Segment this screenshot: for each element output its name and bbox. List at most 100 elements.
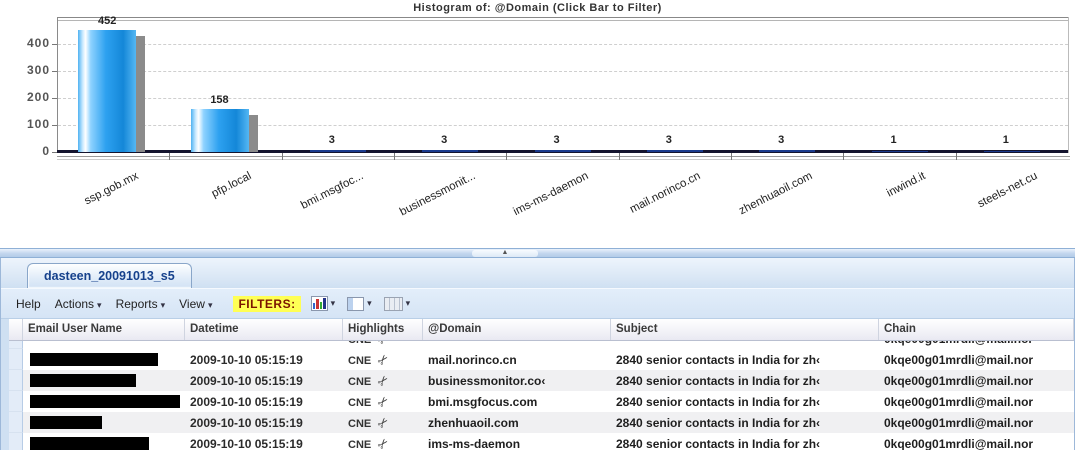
y-tick <box>52 125 57 126</box>
x-axis-underline-2 <box>57 159 1070 160</box>
header-selector <box>9 319 23 340</box>
redaction-bar <box>30 395 180 408</box>
highlights-cell: CNE✂ <box>343 436 423 450</box>
grid-icon <box>384 297 403 311</box>
x-tick <box>619 153 620 160</box>
bar-value-label: 3 <box>302 134 362 146</box>
bar-value-label: 1 <box>976 134 1036 146</box>
header-datetime[interactable]: Datetime <box>185 319 343 340</box>
histogram-bar[interactable] <box>647 150 703 152</box>
scissors-icon: ✂ <box>374 415 393 431</box>
redaction-bar <box>30 374 136 387</box>
plot-border-right <box>1068 17 1069 153</box>
histogram-filter-dropdown[interactable]: ▾ <box>311 296 336 311</box>
data-grid: Email User Name Datetime Highlights @Dom… <box>1 319 1074 450</box>
chain-cell: 0kqe00g01mrdli@mail.nor <box>879 374 1074 388</box>
subject-cell: 2840 senior contacts in India for zh‹ <box>611 437 879 450</box>
highlights-cell: CNE✂ <box>343 394 423 410</box>
table-row[interactable]: 2009-10-10 05:15:19CNE✂bmi.msgfocus.com2… <box>9 391 1074 412</box>
histogram-bar[interactable] <box>78 30 136 152</box>
bar-value-label: 3 <box>527 134 587 146</box>
menu-reports[interactable]: Reports▾ <box>109 295 173 313</box>
y-tick <box>52 152 57 153</box>
header-chain[interactable]: Chain <box>879 319 1074 340</box>
redaction-bar <box>30 437 149 450</box>
scissors-icon: ✂ <box>374 394 393 410</box>
scissors-icon: ✂ <box>374 352 393 368</box>
highlights-cell: CNE✂ <box>343 373 423 389</box>
menu-bar: Help Actions▾ Reports▾ View▾ FILTERS: ▾ … <box>1 289 1074 319</box>
filters-label[interactable]: FILTERS: <box>233 296 300 312</box>
header-domain[interactable]: @Domain <box>423 319 611 340</box>
domain-cell: ims-ms-daemon <box>423 437 611 450</box>
menu-view[interactable]: View▾ <box>172 295 219 313</box>
highlight-code: CNE <box>348 418 371 430</box>
datetime-cell: 2009-10-10 05:15:19 <box>185 395 343 409</box>
gridline <box>58 44 1068 45</box>
bar-value-label: 1 <box>864 134 924 146</box>
header-highlights[interactable]: Highlights <box>343 319 423 340</box>
table-row[interactable]: 2009-10-10 05:15:19CNE✂zhenhuaoil.com284… <box>9 412 1074 433</box>
row-selector <box>9 391 23 412</box>
highlight-code: CNE <box>348 439 371 450</box>
table-row[interactable]: 2009-10-10 05:15:19CNE✂businessmonitor.c… <box>9 370 1074 391</box>
bar-shadow <box>136 36 145 152</box>
subject-cell: 2840 senior contacts in India for zh‹ <box>611 395 879 409</box>
header-email-user-name[interactable]: Email User Name <box>23 319 185 340</box>
histogram-bar[interactable] <box>535 150 591 152</box>
menu-actions[interactable]: Actions▾ <box>48 295 109 313</box>
list-icon <box>347 297 364 311</box>
chevron-down-icon: ▾ <box>97 300 102 310</box>
highlight-code: CNE <box>348 376 371 388</box>
histogram-bar[interactable] <box>310 150 366 152</box>
email-user-name-redacted <box>23 395 185 408</box>
header-subject[interactable]: Subject <box>611 319 879 340</box>
partial-scrolled-row[interactable]: CNE✂ 0kqe00g01mrdli@mail.nor <box>9 341 1074 349</box>
subject-cell: 2840 senior contacts in India for zh‹ <box>611 353 879 367</box>
scissors-icon: ✂ <box>374 341 393 347</box>
chevron-down-icon: ▾ <box>208 300 213 310</box>
chevron-down-icon: ▾ <box>406 298 411 309</box>
scissors-icon: ✂ <box>374 436 393 450</box>
bar-chart-icon <box>311 296 328 311</box>
y-tick <box>52 71 57 72</box>
tab-label: dasteen_20091013_s5 <box>44 269 175 283</box>
histogram-bar[interactable] <box>191 109 249 152</box>
bar-value-label: 3 <box>414 134 474 146</box>
x-tick <box>282 153 283 160</box>
histogram-bar[interactable] <box>872 151 928 152</box>
table-header-row: Email User Name Datetime Highlights @Dom… <box>9 319 1074 341</box>
redaction-bar <box>30 353 158 366</box>
x-tick <box>843 153 844 160</box>
x-tick <box>169 153 170 160</box>
splitter-handle[interactable]: ▲ <box>472 250 538 257</box>
datetime-cell: 2009-10-10 05:15:19 <box>185 416 343 430</box>
domain-cell: mail.norinco.cn <box>423 353 611 367</box>
subject-cell: 2840 senior contacts in India for zh‹ <box>611 416 879 430</box>
table-row[interactable]: 2009-10-10 05:15:19CNE✂mail.norinco.cn28… <box>9 349 1074 370</box>
x-tick <box>394 153 395 160</box>
y-tick <box>52 44 57 45</box>
email-user-name-redacted <box>23 374 185 387</box>
table-row[interactable]: 2009-10-10 05:15:19CNE✂ims-ms-daemon2840… <box>9 433 1074 450</box>
email-user-name-redacted <box>23 416 185 429</box>
grid-filter-dropdown[interactable]: ▾ <box>384 297 411 311</box>
plot-border-top <box>57 17 1068 18</box>
bar-shadow <box>249 115 258 152</box>
chart-title: Histogram of: @Domain (Click Bar to Filt… <box>0 2 1075 14</box>
horizontal-splitter[interactable]: ▲ <box>0 248 1075 258</box>
list-filter-dropdown[interactable]: ▾ <box>347 297 372 311</box>
highlight-code: CNE <box>348 397 371 409</box>
histogram-bar[interactable] <box>759 150 815 152</box>
table-body: 2009-10-10 05:15:19CNE✂mail.norinco.cn28… <box>9 349 1074 450</box>
bar-value-label: 158 <box>190 94 250 106</box>
redaction-bar <box>30 416 102 429</box>
histogram-bar[interactable] <box>422 150 478 152</box>
histogram-bar[interactable] <box>984 151 1040 152</box>
row-selector <box>9 412 23 433</box>
y-tick <box>52 98 57 99</box>
tab-dataset[interactable]: dasteen_20091013_s5 <box>27 263 192 288</box>
y-tick-label: 200 <box>8 90 50 104</box>
x-tick <box>956 153 957 160</box>
menu-help[interactable]: Help <box>9 295 48 313</box>
